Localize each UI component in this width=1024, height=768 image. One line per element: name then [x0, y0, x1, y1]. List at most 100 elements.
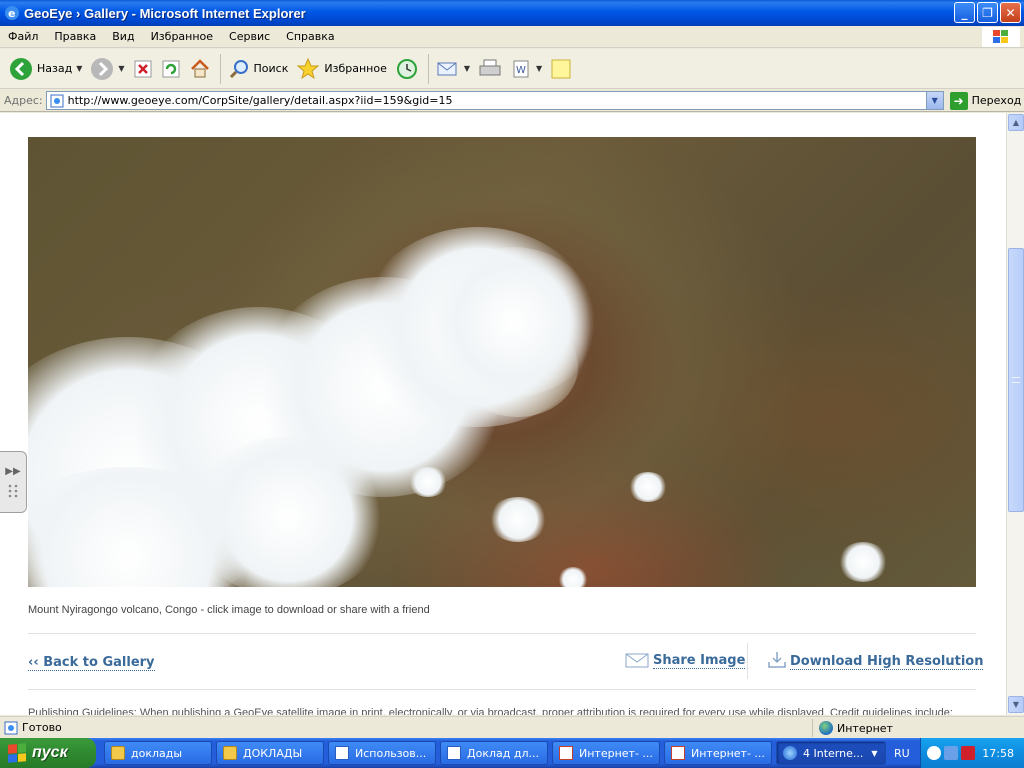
menu-edit[interactable]: Правка — [46, 30, 104, 43]
task-button-reports-folder-caps[interactable]: ДОКЛАДЫ — [216, 741, 324, 765]
ie-logo-icon: e — [5, 6, 19, 20]
history-icon — [396, 58, 417, 79]
globe-icon — [819, 721, 833, 735]
task-button-reports-folder[interactable]: доклады — [104, 741, 212, 765]
task-label: 4 Interne... — [803, 746, 864, 760]
tray-arrow-icon[interactable] — [927, 746, 941, 760]
task-label: доклады — [131, 746, 183, 760]
windows-flag-icon — [8, 743, 26, 763]
task-button-word-doc-1[interactable]: Использов... — [328, 741, 436, 765]
toolbar-separator — [427, 53, 429, 84]
folder-icon — [223, 746, 237, 760]
menu-help[interactable]: Справка — [278, 30, 342, 43]
address-bar: Адрес: http://www.geoeye.com/CorpSite/ga… — [0, 90, 1024, 112]
task-button-powerpoint-2[interactable]: Интернет- ... — [664, 741, 772, 765]
forward-arrow-icon — [91, 57, 114, 80]
edit-dropdown-icon[interactable]: ▼ — [536, 64, 542, 73]
image-caption: Mount Nyiragongo volcano, Congo - click … — [28, 604, 430, 616]
address-dropdown-icon[interactable]: ▼ — [925, 92, 943, 109]
close-button[interactable]: ✕ — [1000, 2, 1021, 23]
volcano-satellite-image[interactable] — [28, 137, 976, 587]
status-bar: Готово Интернет — [0, 716, 1024, 738]
star-icon — [296, 57, 320, 79]
refresh-button[interactable] — [158, 52, 184, 86]
task-label: ДОКЛАДЫ — [243, 746, 303, 760]
task-label: Интернет- ... — [691, 746, 765, 760]
svg-text:e: e — [8, 7, 15, 20]
search-button[interactable]: Поиск — [225, 52, 292, 86]
favorites-label: Избранное — [324, 62, 387, 75]
address-input[interactable]: http://www.geoeye.com/CorpSite/gallery/d… — [45, 91, 944, 110]
status-text: Готово — [22, 721, 62, 734]
search-icon — [229, 59, 248, 78]
go-button[interactable]: ➜ Переход — [949, 91, 1022, 110]
task-button-powerpoint-1[interactable]: Интернет- ... — [552, 741, 660, 765]
page-done-icon — [4, 721, 18, 734]
task-button-ie-group[interactable]: 4 Interne... ▼ — [776, 741, 886, 765]
history-button[interactable] — [392, 52, 422, 86]
search-label: Поиск — [253, 62, 289, 75]
ie-icon — [783, 746, 797, 760]
toolbar-separator — [219, 53, 221, 84]
task-label: Интернет- ... — [579, 746, 653, 760]
side-panel-tab[interactable]: ▶▶ — [0, 451, 27, 513]
page-viewport: Mount Nyiragongo volcano, Congo - click … — [0, 113, 1006, 715]
start-label: пуск — [32, 744, 68, 761]
toolbar: Назад ▼ ▼ Поиск Избранное ▼ W ▼ — [0, 49, 1024, 89]
start-button[interactable]: пуск — [0, 738, 96, 768]
minimize-button[interactable]: _ — [954, 2, 975, 23]
menu-view[interactable]: Вид — [104, 30, 142, 43]
notes-button[interactable] — [547, 52, 575, 86]
edit-button[interactable]: W ▼ — [507, 52, 545, 86]
mail-button[interactable]: ▼ — [433, 52, 473, 86]
scroll-up-icon[interactable]: ▲ — [1008, 114, 1024, 131]
forward-button[interactable]: ▼ — [87, 52, 127, 86]
title-bar: e GeoEye › Gallery - Microsoft Internet … — [0, 0, 1024, 26]
powerpoint-icon — [559, 746, 573, 760]
double-chevron-right-icon: ▶▶ — [5, 465, 21, 477]
favorites-button[interactable]: Избранное — [293, 52, 389, 86]
antivirus-icon[interactable] — [961, 746, 975, 760]
refresh-icon — [162, 60, 180, 77]
word-doc-icon — [447, 746, 461, 760]
home-button[interactable] — [186, 52, 214, 86]
share-image-link[interactable]: Share Image — [625, 653, 746, 669]
group-dropdown-icon: ▼ — [871, 748, 878, 758]
publishing-guidelines: Publishing Guidelines: When publishing a… — [28, 707, 953, 715]
page-icon — [50, 94, 64, 107]
scroll-down-icon[interactable]: ▼ — [1008, 696, 1024, 713]
restore-button[interactable]: ❐ — [977, 2, 998, 23]
scroll-thumb[interactable] — [1008, 248, 1024, 512]
print-button[interactable] — [475, 52, 505, 86]
mail-dropdown-icon[interactable]: ▼ — [464, 64, 470, 73]
task-label: Доклад дл... — [467, 746, 539, 760]
back-to-gallery-link[interactable]: ‹‹ Back to Gallery — [28, 655, 155, 671]
forward-dropdown-icon[interactable]: ▼ — [118, 64, 124, 73]
download-label: Download High Resolution — [790, 654, 984, 670]
folder-icon — [111, 746, 125, 760]
back-dropdown-icon[interactable]: ▼ — [76, 64, 82, 73]
back-arrow-icon — [10, 57, 32, 80]
grip-icon — [8, 484, 18, 497]
powerpoint-icon — [671, 746, 685, 760]
download-high-res-link[interactable]: Download High Resolution — [767, 650, 984, 670]
vertical-scrollbar[interactable]: ▲ ▼ — [1006, 113, 1024, 715]
link-separator — [747, 643, 748, 679]
system-tray: 17:58 — [920, 738, 1024, 768]
back-label: Назад — [37, 62, 73, 75]
language-indicator[interactable]: RU — [894, 747, 910, 760]
window-title: GeoEye › Gallery - Microsoft Internet Ex… — [24, 5, 306, 21]
menu-favorites[interactable]: Избранное — [143, 30, 221, 43]
menu-tools[interactable]: Сервис — [221, 30, 278, 43]
svg-text:W: W — [516, 65, 526, 76]
menu-file[interactable]: Файл — [0, 30, 46, 43]
share-image-label: Share Image — [653, 653, 746, 669]
address-label: Адрес: — [4, 94, 43, 107]
stop-button[interactable] — [130, 52, 156, 86]
task-button-word-doc-2[interactable]: Доклад дл... — [440, 741, 548, 765]
go-label: Переход — [971, 94, 1022, 107]
back-button[interactable]: Назад ▼ — [6, 52, 85, 86]
taskbar: пуск доклады ДОКЛАДЫ Использов... Доклад… — [0, 738, 1024, 768]
network-icon[interactable] — [944, 746, 958, 760]
security-zone: Интернет — [812, 719, 1022, 737]
